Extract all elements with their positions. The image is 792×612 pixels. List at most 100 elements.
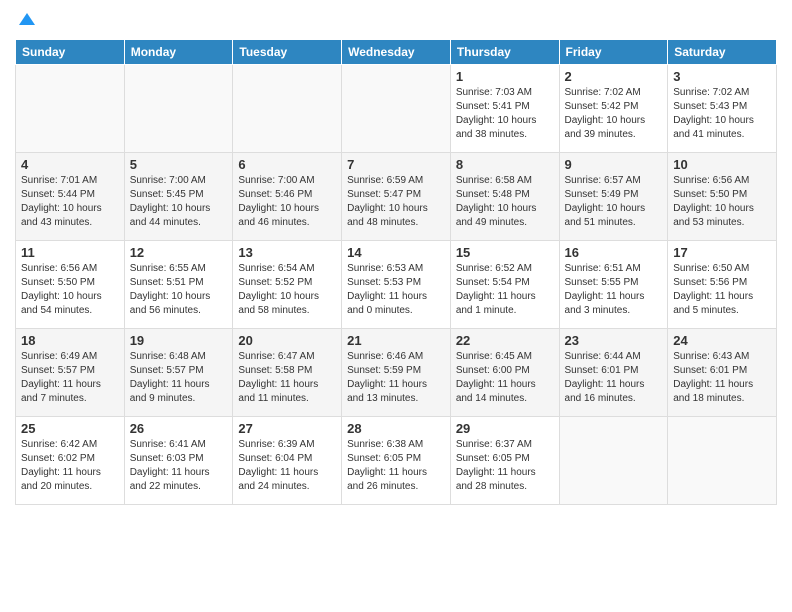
calendar-week-4: 18Sunrise: 6:49 AMSunset: 5:57 PMDayligh… [16,329,777,417]
calendar-week-1: 1Sunrise: 7:03 AMSunset: 5:41 PMDaylight… [16,65,777,153]
day-info: Sunrise: 6:48 AMSunset: 5:57 PMDaylight:… [130,350,228,406]
day-info: Sunrise: 6:58 AMSunset: 5:48 PMDaylight:… [456,174,554,230]
calendar-cell: 19 Sunrise: 6:48 AMSunset: 5:57 PMDayligh… [124,329,233,417]
calendar-cell: 24 Sunrise: 6:43 AMSunset: 6:01 PMDayligh… [668,329,777,417]
calendar-cell: 16 Sunrise: 6:51 AMSunset: 5:55 PMDayligh… [559,241,668,329]
day-info: Sunrise: 7:02 AMSunset: 5:42 PMDaylight:… [565,86,663,142]
header-thursday: Thursday [450,40,559,65]
day-number: 10 [673,157,771,172]
calendar-cell: 29 Sunrise: 6:37 AMSunset: 6:05 PMDayligh… [450,417,559,505]
calendar-cell: 28 Sunrise: 6:38 AMSunset: 6:05 PMDayligh… [342,417,451,505]
day-info: Sunrise: 6:54 AMSunset: 5:52 PMDaylight:… [238,262,336,318]
calendar-cell: 8 Sunrise: 6:58 AMSunset: 5:48 PMDaylight… [450,153,559,241]
day-number: 29 [456,421,554,436]
header-tuesday: Tuesday [233,40,342,65]
calendar-week-2: 4 Sunrise: 7:01 AMSunset: 5:44 PMDaylight… [16,153,777,241]
calendar-cell [668,417,777,505]
day-info: Sunrise: 6:44 AMSunset: 6:01 PMDaylight:… [565,350,663,406]
day-number: 27 [238,421,336,436]
day-number: 20 [238,333,336,348]
header-friday: Friday [559,40,668,65]
day-number: 4 [21,157,119,172]
day-number: 23 [565,333,663,348]
day-info: Sunrise: 7:00 AMSunset: 5:46 PMDaylight:… [238,174,336,230]
header-wednesday: Wednesday [342,40,451,65]
day-info: Sunrise: 6:57 AMSunset: 5:49 PMDaylight:… [565,174,663,230]
day-number: 3 [673,69,771,84]
day-info: Sunrise: 6:56 AMSunset: 5:50 PMDaylight:… [673,174,771,230]
day-number: 7 [347,157,445,172]
day-info: Sunrise: 6:50 AMSunset: 5:56 PMDaylight:… [673,262,771,318]
header-saturday: Saturday [668,40,777,65]
day-number: 19 [130,333,228,348]
day-number: 17 [673,245,771,260]
day-number: 2 [565,69,663,84]
header-sunday: Sunday [16,40,125,65]
logo [15,10,37,31]
day-number: 21 [347,333,445,348]
day-info: Sunrise: 7:01 AMSunset: 5:44 PMDaylight:… [21,174,119,230]
day-info: Sunrise: 6:49 AMSunset: 5:57 PMDaylight:… [21,350,119,406]
calendar-cell: 9 Sunrise: 6:57 AMSunset: 5:49 PMDaylight… [559,153,668,241]
day-info: Sunrise: 6:46 AMSunset: 5:59 PMDaylight:… [347,350,445,406]
calendar-cell: 21 Sunrise: 6:46 AMSunset: 5:59 PMDayligh… [342,329,451,417]
day-info: Sunrise: 6:38 AMSunset: 6:05 PMDaylight:… [347,438,445,494]
calendar-cell: 14Sunrise: 6:53 AMSunset: 5:53 PMDayligh… [342,241,451,329]
calendar-cell: 15 Sunrise: 6:52 AMSunset: 5:54 PMDayligh… [450,241,559,329]
calendar-cell [233,65,342,153]
calendar-cell: 12 Sunrise: 6:55 AMSunset: 5:51 PMDayligh… [124,241,233,329]
day-number: 28 [347,421,445,436]
day-info: Sunrise: 6:59 AMSunset: 5:47 PMDaylight:… [347,174,445,230]
calendar-cell [16,65,125,153]
day-number: 15 [456,245,554,260]
day-info: Sunrise: 6:39 AMSunset: 6:04 PMDaylight:… [238,438,336,494]
day-number: 24 [673,333,771,348]
day-info: Sunrise: 6:37 AMSunset: 6:05 PMDaylight:… [456,438,554,494]
calendar-cell [124,65,233,153]
calendar-cell: 5 Sunrise: 7:00 AMSunset: 5:45 PMDaylight… [124,153,233,241]
day-info: Sunrise: 6:52 AMSunset: 5:54 PMDaylight:… [456,262,554,318]
calendar-cell: 10 Sunrise: 6:56 AMSunset: 5:50 PMDayligh… [668,153,777,241]
day-number: 26 [130,421,228,436]
day-info: Sunrise: 6:41 AMSunset: 6:03 PMDaylight:… [130,438,228,494]
calendar-week-5: 25Sunrise: 6:42 AMSunset: 6:02 PMDayligh… [16,417,777,505]
day-info: Sunrise: 6:56 AMSunset: 5:50 PMDaylight:… [21,262,119,318]
calendar-cell: 13Sunrise: 6:54 AMSunset: 5:52 PMDayligh… [233,241,342,329]
calendar-cell: 27 Sunrise: 6:39 AMSunset: 6:04 PMDayligh… [233,417,342,505]
day-number: 22 [456,333,554,348]
calendar-cell: 20 Sunrise: 6:47 AMSunset: 5:58 PMDayligh… [233,329,342,417]
calendar-cell: 22 Sunrise: 6:45 AMSunset: 6:00 PMDayligh… [450,329,559,417]
day-number: 8 [456,157,554,172]
day-info: Sunrise: 6:45 AMSunset: 6:00 PMDaylight:… [456,350,554,406]
day-info: Sunrise: 7:00 AMSunset: 5:45 PMDaylight:… [130,174,228,230]
day-number: 14 [347,245,445,260]
calendar-cell: 3Sunrise: 7:02 AMSunset: 5:43 PMDaylight… [668,65,777,153]
calendar-table: SundayMondayTuesdayWednesdayThursdayFrid… [15,39,777,505]
calendar-cell: 25Sunrise: 6:42 AMSunset: 6:02 PMDayligh… [16,417,125,505]
day-number: 12 [130,245,228,260]
calendar-week-3: 11 Sunrise: 6:56 AMSunset: 5:50 PMDayligh… [16,241,777,329]
logo-icon [17,11,37,31]
day-info: Sunrise: 6:47 AMSunset: 5:58 PMDaylight:… [238,350,336,406]
calendar-cell [342,65,451,153]
day-info: Sunrise: 6:43 AMSunset: 6:01 PMDaylight:… [673,350,771,406]
day-info: Sunrise: 7:03 AMSunset: 5:41 PMDaylight:… [456,86,554,142]
calendar-cell: 7 Sunrise: 6:59 AMSunset: 5:47 PMDaylight… [342,153,451,241]
calendar-header-row: SundayMondayTuesdayWednesdayThursdayFrid… [16,40,777,65]
calendar-cell: 18Sunrise: 6:49 AMSunset: 5:57 PMDayligh… [16,329,125,417]
page-header [15,10,777,31]
day-number: 11 [21,245,119,260]
calendar-cell: 1Sunrise: 7:03 AMSunset: 5:41 PMDaylight… [450,65,559,153]
calendar-cell: 2 Sunrise: 7:02 AMSunset: 5:42 PMDaylight… [559,65,668,153]
day-number: 9 [565,157,663,172]
day-info: Sunrise: 6:51 AMSunset: 5:55 PMDaylight:… [565,262,663,318]
day-number: 16 [565,245,663,260]
calendar-cell: 26 Sunrise: 6:41 AMSunset: 6:03 PMDayligh… [124,417,233,505]
day-info: Sunrise: 6:55 AMSunset: 5:51 PMDaylight:… [130,262,228,318]
day-number: 5 [130,157,228,172]
calendar-cell: 4 Sunrise: 7:01 AMSunset: 5:44 PMDaylight… [16,153,125,241]
day-number: 6 [238,157,336,172]
calendar-cell: 23 Sunrise: 6:44 AMSunset: 6:01 PMDayligh… [559,329,668,417]
calendar-cell: 6 Sunrise: 7:00 AMSunset: 5:46 PMDaylight… [233,153,342,241]
calendar-cell: 17 Sunrise: 6:50 AMSunset: 5:56 PMDayligh… [668,241,777,329]
